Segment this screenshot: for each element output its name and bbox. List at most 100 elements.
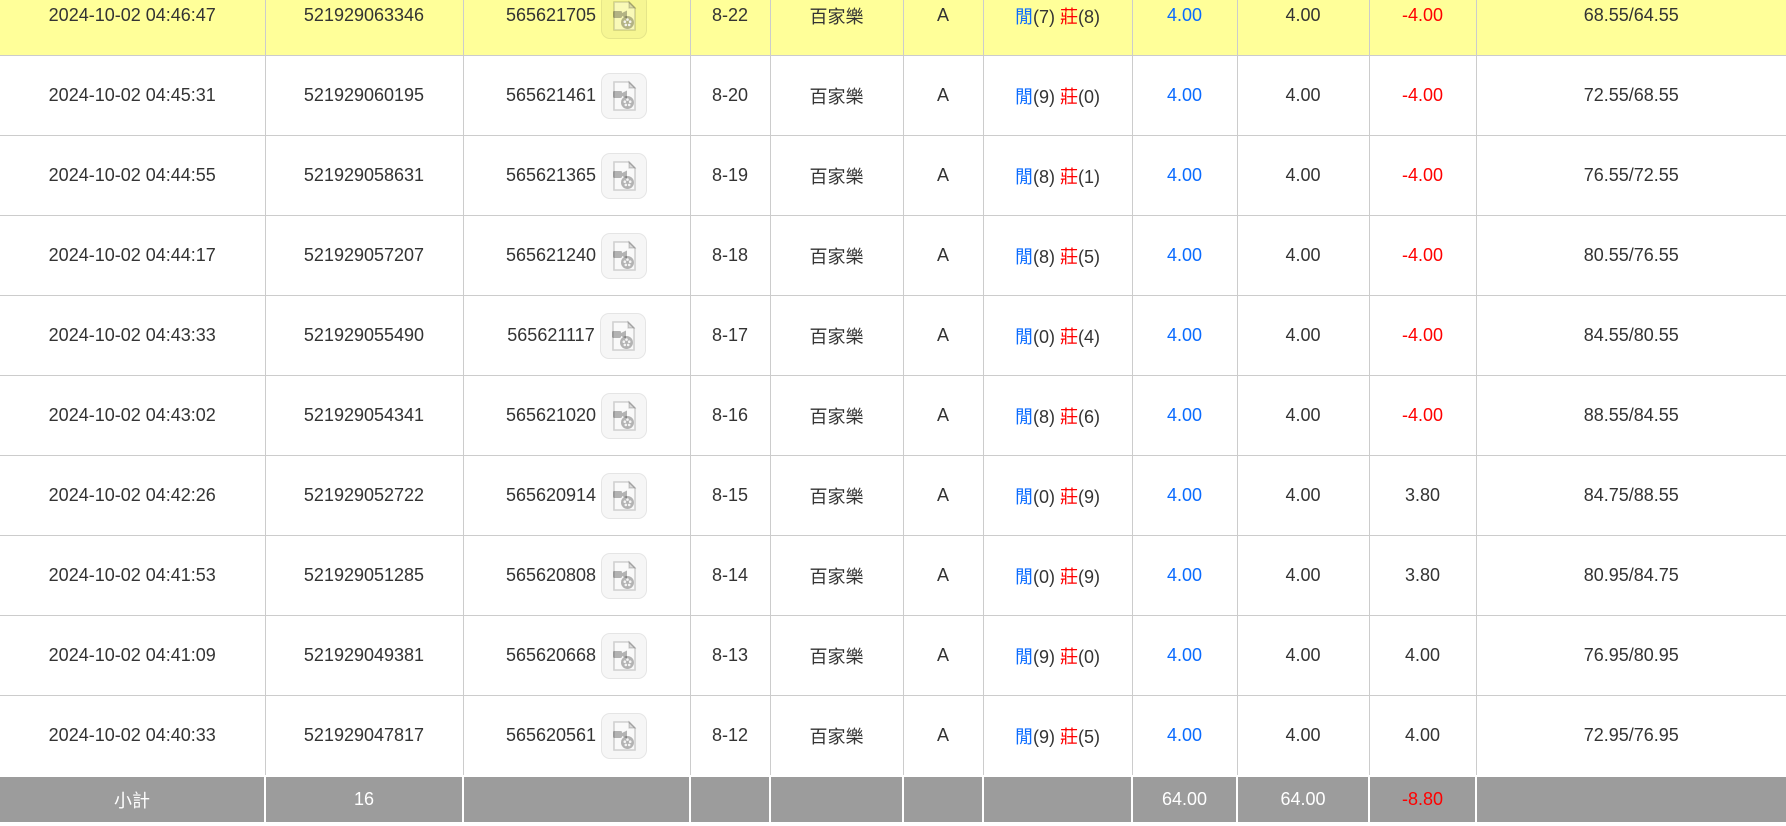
- win-loss: 3.80: [1369, 536, 1476, 616]
- round-id: 565620808: [506, 565, 596, 586]
- banker-result-label: 莊: [1060, 327, 1078, 347]
- bet-amount-link[interactable]: 4.00: [1167, 245, 1202, 265]
- valid-bet: 4.00: [1237, 376, 1369, 456]
- player-result-score: (0): [1033, 487, 1055, 507]
- bet-amount-link[interactable]: 4.00: [1167, 85, 1202, 105]
- game-name: 百家樂: [770, 216, 903, 296]
- banker-result-score: (5): [1078, 247, 1100, 267]
- game-name: 百家樂: [770, 616, 903, 696]
- bet-id: 521929055490: [265, 296, 463, 376]
- balance: 80.55/76.55: [1476, 216, 1786, 296]
- video-replay-button[interactable]: [601, 633, 647, 679]
- table-row[interactable]: 2024-10-02 04:44:17 521929057207 5656212…: [0, 216, 1786, 296]
- bet-id: 521929060195: [265, 56, 463, 136]
- banker-result-label: 莊: [1060, 87, 1078, 107]
- banker-result-score: (9): [1078, 567, 1100, 587]
- bet-id: 521929054341: [265, 376, 463, 456]
- round-number: 8-15: [690, 456, 770, 536]
- banker-result-score: (1): [1078, 167, 1100, 187]
- round-id: 565621705: [506, 5, 596, 26]
- bet-amount-link[interactable]: 4.00: [1167, 725, 1202, 745]
- video-replay-icon: [607, 479, 641, 513]
- table-row[interactable]: 2024-10-02 04:42:26 521929052722 5656209…: [0, 456, 1786, 536]
- subtotal-count: 16: [265, 776, 463, 822]
- video-replay-button[interactable]: [601, 473, 647, 519]
- video-replay-button[interactable]: [601, 553, 647, 599]
- video-replay-icon: [607, 639, 641, 673]
- table-row[interactable]: 2024-10-02 04:45:31 521929060195 5656214…: [0, 56, 1786, 136]
- video-replay-button[interactable]: [601, 0, 647, 39]
- round-id: 565621240: [506, 245, 596, 266]
- bet-amount-link[interactable]: 4.00: [1167, 165, 1202, 185]
- table-row[interactable]: 2024-10-02 04:44:55 521929058631 5656213…: [0, 136, 1786, 216]
- video-replay-icon: [607, 159, 641, 193]
- valid-bet: 4.00: [1237, 56, 1369, 136]
- bet-amount-cell: 4.00: [1132, 456, 1237, 536]
- banker-result-label: 莊: [1060, 407, 1078, 427]
- player-result-score: (8): [1033, 247, 1055, 267]
- balance: 72.95/76.95: [1476, 696, 1786, 777]
- round-id: 565621365: [506, 165, 596, 186]
- player-result-label: 閒: [1015, 7, 1033, 27]
- banker-result-label: 莊: [1060, 7, 1078, 27]
- video-replay-button[interactable]: [601, 713, 647, 759]
- player-result-label: 閒: [1015, 487, 1033, 507]
- round-id-cell: 565621240: [463, 216, 690, 296]
- video-replay-icon: [607, 399, 641, 433]
- player-result-label: 閒: [1015, 407, 1033, 427]
- bet-id: 521929052722: [265, 456, 463, 536]
- game-result: 閒(7) 莊(8): [983, 0, 1132, 56]
- subtotal-label: 小計: [0, 776, 265, 822]
- game-name: 百家樂: [770, 0, 903, 56]
- round-number: 8-18: [690, 216, 770, 296]
- win-loss: -4.00: [1369, 376, 1476, 456]
- round-id-cell: 565620808: [463, 536, 690, 616]
- player-result-label: 閒: [1015, 647, 1033, 667]
- bet-amount-link[interactable]: 4.00: [1167, 325, 1202, 345]
- video-replay-button[interactable]: [601, 393, 647, 439]
- round-id: 565620914: [506, 485, 596, 506]
- bet-amount-cell: 4.00: [1132, 0, 1237, 56]
- subtotal-win-loss-total: -8.80: [1369, 776, 1476, 822]
- bet-time: 2024-10-02 04:44:17: [0, 216, 265, 296]
- video-replay-button[interactable]: [601, 73, 647, 119]
- subtotal-empty-game: [770, 776, 903, 822]
- video-replay-icon: [607, 79, 641, 113]
- banker-result-label: 莊: [1060, 247, 1078, 267]
- valid-bet: 4.00: [1237, 0, 1369, 56]
- round-id-cell: 565621020: [463, 376, 690, 456]
- round-number: 8-12: [690, 696, 770, 777]
- table-row[interactable]: 2024-10-02 04:46:47 521929063346 5656217…: [0, 0, 1786, 56]
- table-row[interactable]: 2024-10-02 04:41:53 521929051285 5656208…: [0, 536, 1786, 616]
- table-row[interactable]: 2024-10-02 04:40:33 521929047817 5656205…: [0, 696, 1786, 777]
- banker-result-score: (8): [1078, 7, 1100, 27]
- bet-id: 521929063346: [265, 0, 463, 56]
- subtotal-empty-round: [463, 776, 690, 822]
- player-result-score: (9): [1033, 87, 1055, 107]
- video-replay-button[interactable]: [600, 313, 646, 359]
- table-row[interactable]: 2024-10-02 04:43:02 521929054341 5656210…: [0, 376, 1786, 456]
- subtotal-empty-result: [983, 776, 1132, 822]
- game-result: 閒(0) 莊(9): [983, 456, 1132, 536]
- subtotal-empty-balance: [1476, 776, 1786, 822]
- bet-amount-link[interactable]: 4.00: [1167, 485, 1202, 505]
- game-name: 百家樂: [770, 696, 903, 777]
- game-result: 閒(9) 莊(5): [983, 696, 1132, 777]
- bet-amount-link[interactable]: 4.00: [1167, 565, 1202, 585]
- table-row[interactable]: 2024-10-02 04:41:09 521929049381 5656206…: [0, 616, 1786, 696]
- bet-amount-link[interactable]: 4.00: [1167, 645, 1202, 665]
- video-replay-button[interactable]: [601, 153, 647, 199]
- bet-amount-link[interactable]: 4.00: [1167, 405, 1202, 425]
- round-id-cell: 565620668: [463, 616, 690, 696]
- round-id-cell: 565621461: [463, 56, 690, 136]
- valid-bet: 4.00: [1237, 696, 1369, 777]
- banker-result-score: (0): [1078, 647, 1100, 667]
- video-replay-button[interactable]: [601, 233, 647, 279]
- bet-amount-cell: 4.00: [1132, 216, 1237, 296]
- table-row[interactable]: 2024-10-02 04:43:33 521929055490 5656211…: [0, 296, 1786, 376]
- table-name: A: [903, 296, 983, 376]
- valid-bet: 4.00: [1237, 136, 1369, 216]
- player-result-score: (9): [1033, 647, 1055, 667]
- bet-amount-link[interactable]: 4.00: [1167, 5, 1202, 25]
- balance: 88.55/84.55: [1476, 376, 1786, 456]
